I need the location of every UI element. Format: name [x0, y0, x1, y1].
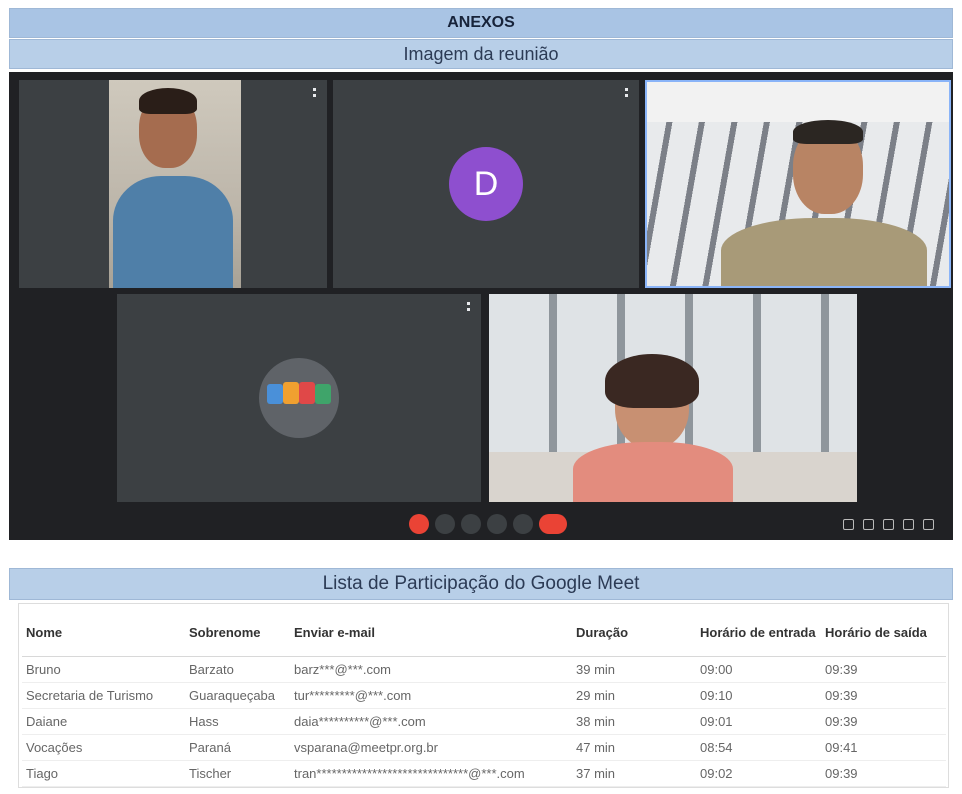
chat-icon[interactable]	[883, 519, 894, 530]
cell-duration: 47 min	[572, 734, 696, 761]
participants-heading: Lista de Participação do Google Meet	[9, 568, 953, 600]
cell-first-name: Vocações	[22, 734, 185, 761]
cell-first-name: Secretaria de Turismo	[22, 682, 185, 709]
video-tile-3	[645, 80, 951, 288]
cell-email: tur*********@***.com	[290, 682, 572, 709]
cell-duration: 29 min	[572, 682, 696, 709]
video-tile-2: D	[333, 80, 639, 288]
organization-logo	[259, 358, 339, 438]
cell-email: daia**********@***.com	[290, 708, 572, 735]
cell-duration: 38 min	[572, 708, 696, 735]
video-tile-4	[117, 294, 481, 502]
cell-email: vsparana@meetpr.org.br	[290, 734, 572, 761]
cell-last-name: Hass	[185, 708, 290, 735]
cell-duration: 39 min	[572, 656, 696, 683]
cell-entry-time: 09:02	[696, 760, 821, 787]
meeting-controls	[9, 508, 953, 540]
microphone-off-icon[interactable]	[409, 514, 429, 534]
column-header: Enviar e-mail	[290, 608, 572, 657]
cell-entry-time: 09:00	[696, 656, 821, 683]
cell-entry-time: 09:01	[696, 708, 821, 735]
camera-icon[interactable]	[435, 514, 455, 534]
more-options-icon[interactable]	[467, 302, 473, 311]
cell-email: barz***@***.com	[290, 656, 572, 683]
captions-icon[interactable]	[461, 514, 481, 534]
present-icon[interactable]	[487, 514, 507, 534]
cell-exit-time: 09:39	[821, 708, 946, 735]
table-header-row: Nome Sobrenome Enviar e-mail Duração Hor…	[22, 608, 946, 657]
lock-icon[interactable]	[923, 519, 934, 530]
more-options-icon[interactable]	[313, 88, 319, 97]
cell-exit-time: 09:41	[821, 734, 946, 761]
table-row: Bruno Barzato barz***@***.com 39 min 09:…	[22, 656, 946, 683]
table-row: Tiago Tischer tran**********************…	[22, 760, 946, 787]
more-icon[interactable]	[513, 514, 533, 534]
leave-call-icon[interactable]	[539, 514, 567, 534]
more-options-icon[interactable]	[625, 88, 631, 97]
participant-avatar: D	[449, 147, 523, 221]
cell-duration: 37 min	[572, 760, 696, 787]
column-header: Sobrenome	[185, 608, 290, 657]
people-icon[interactable]	[863, 519, 874, 530]
cell-first-name: Bruno	[22, 656, 185, 683]
cell-email: tran******************************@***.c…	[290, 760, 572, 787]
meeting-image-heading: Imagem da reunião	[9, 39, 953, 69]
video-tile-1	[19, 80, 327, 288]
annex-heading: ANEXOS	[9, 8, 953, 38]
participants-table: Nome Sobrenome Enviar e-mail Duração Hor…	[22, 608, 946, 787]
cell-first-name: Tiago	[22, 760, 185, 787]
column-header: Duração	[572, 608, 696, 657]
cell-entry-time: 09:10	[696, 682, 821, 709]
participant-video-1	[109, 80, 241, 288]
cell-entry-time: 08:54	[696, 734, 821, 761]
cell-last-name: Paraná	[185, 734, 290, 761]
activities-icon[interactable]	[903, 519, 914, 530]
cell-exit-time: 09:39	[821, 760, 946, 787]
table-row: Vocações Paraná vsparana@meetpr.org.br 4…	[22, 734, 946, 761]
meeting-screenshot: D	[9, 72, 953, 540]
info-icon[interactable]	[843, 519, 854, 530]
video-tile-5	[489, 294, 857, 502]
table-row: Secretaria de Turismo Guaraqueçaba tur**…	[22, 682, 946, 709]
column-header: Horário de saída	[821, 608, 946, 657]
table-row: Daiane Hass daia**********@***.com 38 mi…	[22, 708, 946, 735]
cell-exit-time: 09:39	[821, 682, 946, 709]
column-header: Horário de entrada	[696, 608, 821, 657]
cell-last-name: Guaraqueçaba	[185, 682, 290, 709]
cell-exit-time: 09:39	[821, 656, 946, 683]
cell-last-name: Barzato	[185, 656, 290, 683]
cell-last-name: Tischer	[185, 760, 290, 787]
cell-first-name: Daiane	[22, 708, 185, 735]
column-header: Nome	[22, 608, 185, 657]
